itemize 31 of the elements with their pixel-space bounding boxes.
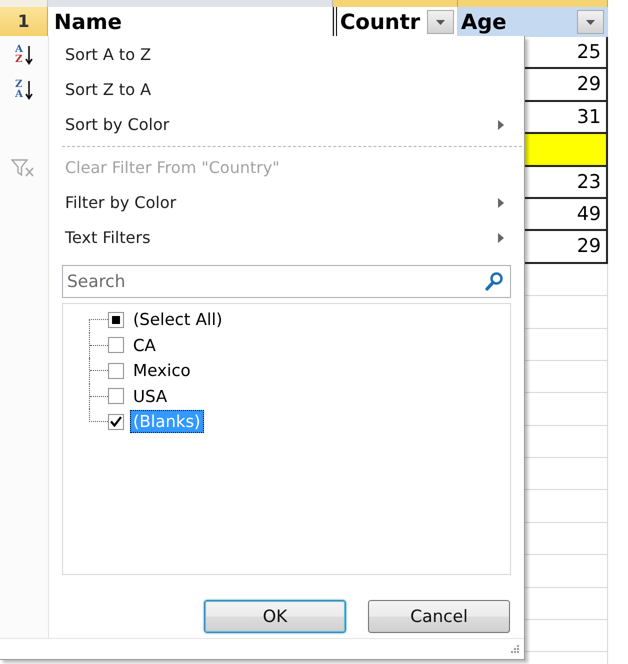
submenu-arrow-icon <box>498 120 504 130</box>
submenu-arrow-icon <box>498 232 504 242</box>
resize-grip-icon <box>510 644 520 654</box>
submenu-arrow-icon <box>498 198 504 208</box>
checkmark-icon <box>110 416 122 428</box>
dropdown-arrow-icon <box>436 20 445 24</box>
checkbox[interactable] <box>108 414 124 430</box>
menu-item[interactable]: Sort by Color <box>0 107 524 142</box>
header-label: Age <box>461 10 507 34</box>
list-item-label[interactable]: CA <box>130 334 159 357</box>
menu-item[interactable]: Z A Sort Z to A <box>0 72 524 107</box>
filter-dropdown-button[interactable] <box>427 10 454 34</box>
list-item-label[interactable]: Mexico <box>130 359 194 382</box>
menu-item[interactable]: A Z Sort A to Z <box>0 37 524 72</box>
checkbox[interactable] <box>108 337 124 354</box>
ok-button[interactable]: OK <box>204 600 346 633</box>
menu-item[interactable]: Text Filters <box>0 220 524 255</box>
checkbox[interactable] <box>108 362 124 379</box>
row-header[interactable]: 1 <box>0 7 48 37</box>
list-item-label[interactable]: (Select All) <box>130 308 226 332</box>
filter-dropdown-button[interactable] <box>577 10 604 34</box>
menu-item[interactable]: Filter by Color <box>0 185 524 220</box>
dropdown-arrow-icon <box>586 20 595 24</box>
checkbox[interactable] <box>108 388 124 404</box>
list-item-label[interactable]: USA <box>130 384 170 408</box>
checkbox[interactable] <box>108 312 124 328</box>
header-label: Countr <box>340 10 420 34</box>
cancel-button[interactable]: Cancel <box>368 600 510 633</box>
search-field[interactable]: Search <box>62 265 511 298</box>
search-icon <box>484 271 504 291</box>
partial-check-icon <box>112 316 120 324</box>
